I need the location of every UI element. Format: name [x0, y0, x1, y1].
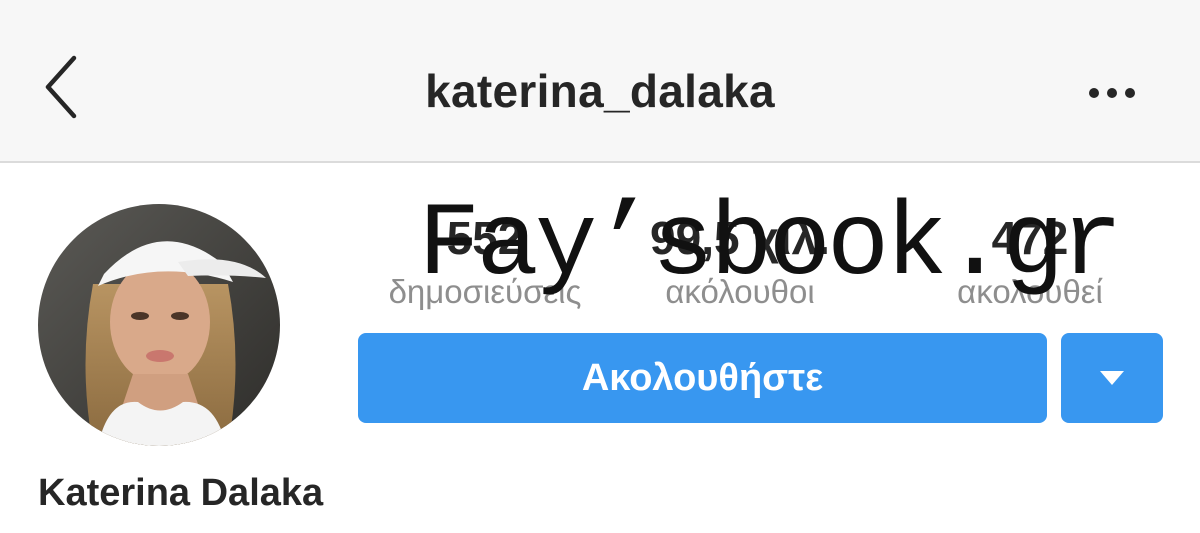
more-options-button[interactable] [1080, 78, 1144, 108]
profile-photo [38, 204, 280, 446]
triangle-down-icon [1100, 371, 1124, 385]
watermark-text: Fay’sbook.gr [418, 187, 1123, 305]
profile-avatar[interactable] [38, 204, 280, 446]
more-horizontal-icon [1089, 88, 1135, 98]
profile-username-title: katerina_dalaka [425, 65, 775, 117]
follow-button[interactable]: Ακολουθήστε [358, 333, 1047, 423]
top-navigation-bar: katerina_dalaka [0, 0, 1200, 163]
profile-full-name: Katerina Dalaka [38, 472, 324, 514]
suggestions-dropdown-button[interactable] [1061, 333, 1163, 423]
